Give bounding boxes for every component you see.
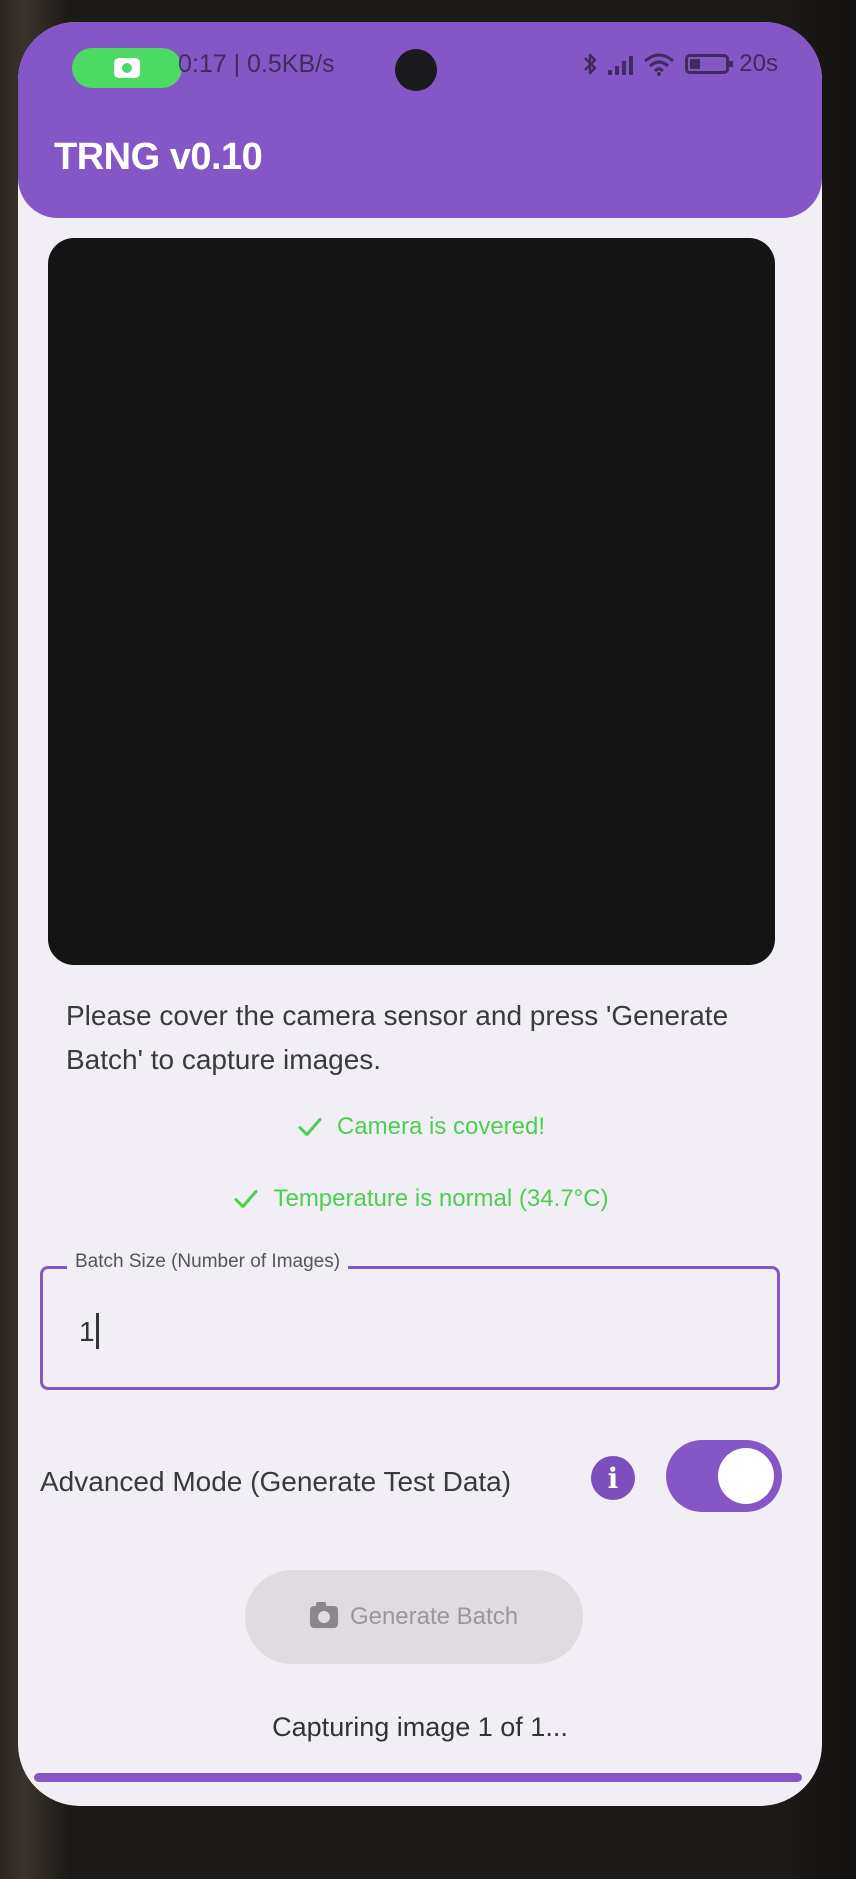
camera-icon (309, 1602, 338, 1628)
info-icon[interactable]: i (591, 1456, 635, 1500)
generate-batch-label: Generate Batch (349, 1603, 519, 1630)
signal-icon (608, 53, 634, 75)
instructions-text: Please cover the camera sensor and press… (66, 1000, 729, 1075)
status-time-speed: 0:17 | 0.5KB/s (178, 50, 335, 78)
bluetooth-icon (584, 53, 597, 75)
batch-size-field[interactable]: Batch Size (Number of Images) 1 (40, 1251, 780, 1390)
batch-size-input[interactable]: 1 (79, 1313, 99, 1349)
batch-size-label: Batch Size (Number of Images) (67, 1251, 349, 1273)
capture-progress-fill (34, 1773, 802, 1782)
generate-batch-button[interactable]: Generate Batch (245, 1570, 583, 1664)
check-icon (298, 1118, 322, 1136)
status-icons: 20s (582, 50, 778, 78)
temperature-text: Temperature is normal (34.7°C) (273, 1185, 609, 1212)
app-screen: 0:17 | 0.5KB/s 20s TRNG v0.10 Please cov… (18, 22, 822, 1806)
camera-preview (48, 238, 775, 965)
app-title: TRNG v0.10 (54, 136, 263, 178)
front-camera-cutout (395, 49, 437, 91)
capture-progress-text: Capturing image 1 of 1... (272, 1712, 568, 1742)
camera-covered-text: Camera is covered! (336, 1113, 546, 1140)
wifi-icon (644, 53, 675, 76)
camera-icon (114, 58, 140, 78)
capture-progress-bar (34, 1773, 802, 1782)
status-right-text: 20s (739, 50, 778, 77)
temperature-status: Temperature is normal (34.7°C) (18, 1184, 822, 1214)
battery-icon (685, 54, 734, 74)
app-bar: 0:17 | 0.5KB/s 20s TRNG v0.10 (18, 22, 822, 218)
check-icon (234, 1190, 258, 1208)
screen-recording-indicator[interactable] (72, 48, 182, 88)
phone-frame: 0:17 | 0.5KB/s 20s TRNG v0.10 Please cov… (0, 0, 856, 1879)
camera-covered-status: Camera is covered! (18, 1112, 822, 1142)
advanced-mode-label: Advanced Mode (Generate Test Data) (40, 1466, 512, 1497)
advanced-mode-toggle[interactable] (666, 1440, 782, 1512)
info-glyph: i (607, 1461, 619, 1495)
toggle-knob (718, 1448, 774, 1504)
text-caret (95, 1313, 99, 1349)
status-bar: 0:17 | 0.5KB/s 20s (18, 22, 822, 122)
batch-size-value: 1 (79, 1316, 95, 1347)
